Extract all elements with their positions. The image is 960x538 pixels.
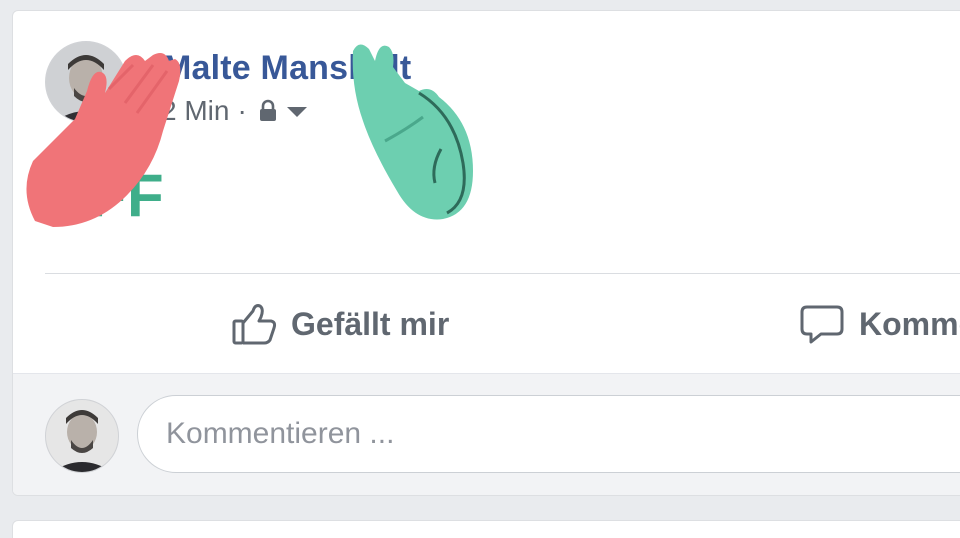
like-button[interactable]: Gefällt mir [231,299,449,349]
post-text: BFF [45,162,165,229]
post-timestamp[interactable]: 2 Min [161,95,229,127]
like-label: Gefällt mir [291,305,450,342]
author-name-link[interactable]: Malte Mansholt [163,49,411,88]
thumbs-up-icon [232,304,277,345]
author-avatar[interactable] [45,41,127,123]
comment-label: Kommentieren [859,305,960,342]
next-post-card [12,520,960,538]
person-photo-icon [46,400,118,472]
meta-separator: · [237,95,247,126]
feed-page: Malte Mansholt 2 Min · BFF Gefällt mir K… [0,0,960,538]
comment-input[interactable] [137,395,960,473]
person-photo-icon [46,42,126,122]
post-card: Malte Mansholt 2 Min · BFF Gefällt mir K… [12,10,960,496]
comment-button[interactable]: Kommentieren [799,299,960,349]
lock-icon [259,99,276,121]
chevron-down-icon[interactable] [285,99,309,123]
comment-bubble-icon [800,305,844,344]
actions-divider [45,273,960,274]
current-user-avatar[interactable] [45,399,119,473]
post-meta: 2 Min · [161,93,309,129]
